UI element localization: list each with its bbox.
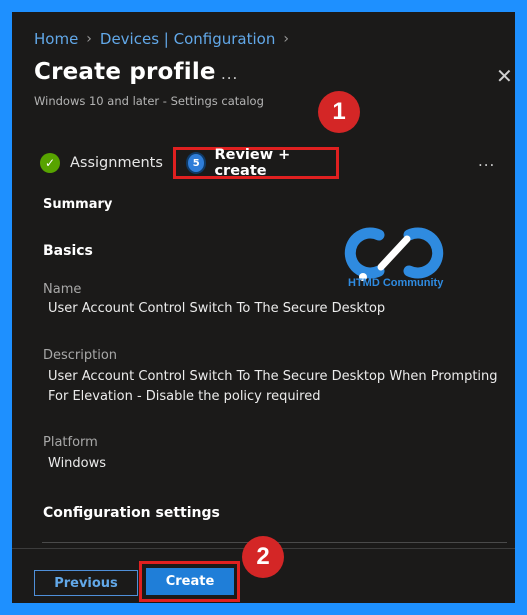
tab-assignments-label: Assignments <box>70 155 163 171</box>
more-options-icon[interactable]: ... <box>221 65 238 83</box>
chevron-right-icon: › <box>283 31 289 47</box>
tab-review-create-label: Review + create <box>214 147 291 179</box>
platform-value: Windows <box>48 456 107 471</box>
create-profile-panel: Home › Devices | Configuration › Create … <box>12 12 515 603</box>
previous-button[interactable]: Previous <box>34 570 138 596</box>
tabs-more-icon[interactable]: ... <box>478 152 495 170</box>
platform-label: Platform <box>43 435 98 450</box>
configuration-settings-heading: Configuration settings <box>43 505 220 521</box>
tab-review-create[interactable]: 5 Review + create <box>173 147 339 179</box>
page-title: Create profile <box>34 59 216 85</box>
name-value: User Account Control Switch To The Secur… <box>48 301 386 316</box>
breadcrumb-devices-configuration[interactable]: Devices | Configuration <box>100 30 275 48</box>
basics-heading: Basics <box>43 243 93 259</box>
annotation-badge-2: 2 <box>242 536 284 578</box>
tab-assignments[interactable]: ✓ Assignments <box>40 147 163 179</box>
watermark-text: HTMD Community <box>348 277 444 289</box>
description-label: Description <box>43 348 118 363</box>
close-icon[interactable]: ✕ <box>496 66 513 86</box>
create-button[interactable]: Create <box>146 568 234 595</box>
name-label: Name <box>43 282 82 297</box>
breadcrumb-home[interactable]: Home <box>34 30 78 48</box>
annotation-badge-1: 1 <box>318 91 360 133</box>
chevron-right-icon: › <box>86 31 92 47</box>
summary-heading: Summary <box>43 197 113 212</box>
description-value: User Account Control Switch To The Secur… <box>48 369 498 404</box>
checkmark-icon: ✓ <box>40 153 60 173</box>
page-subtitle: Windows 10 and later - Settings catalog <box>34 94 264 108</box>
breadcrumb: Home › Devices | Configuration › <box>34 30 297 48</box>
step-number-icon: 5 <box>188 154 205 172</box>
